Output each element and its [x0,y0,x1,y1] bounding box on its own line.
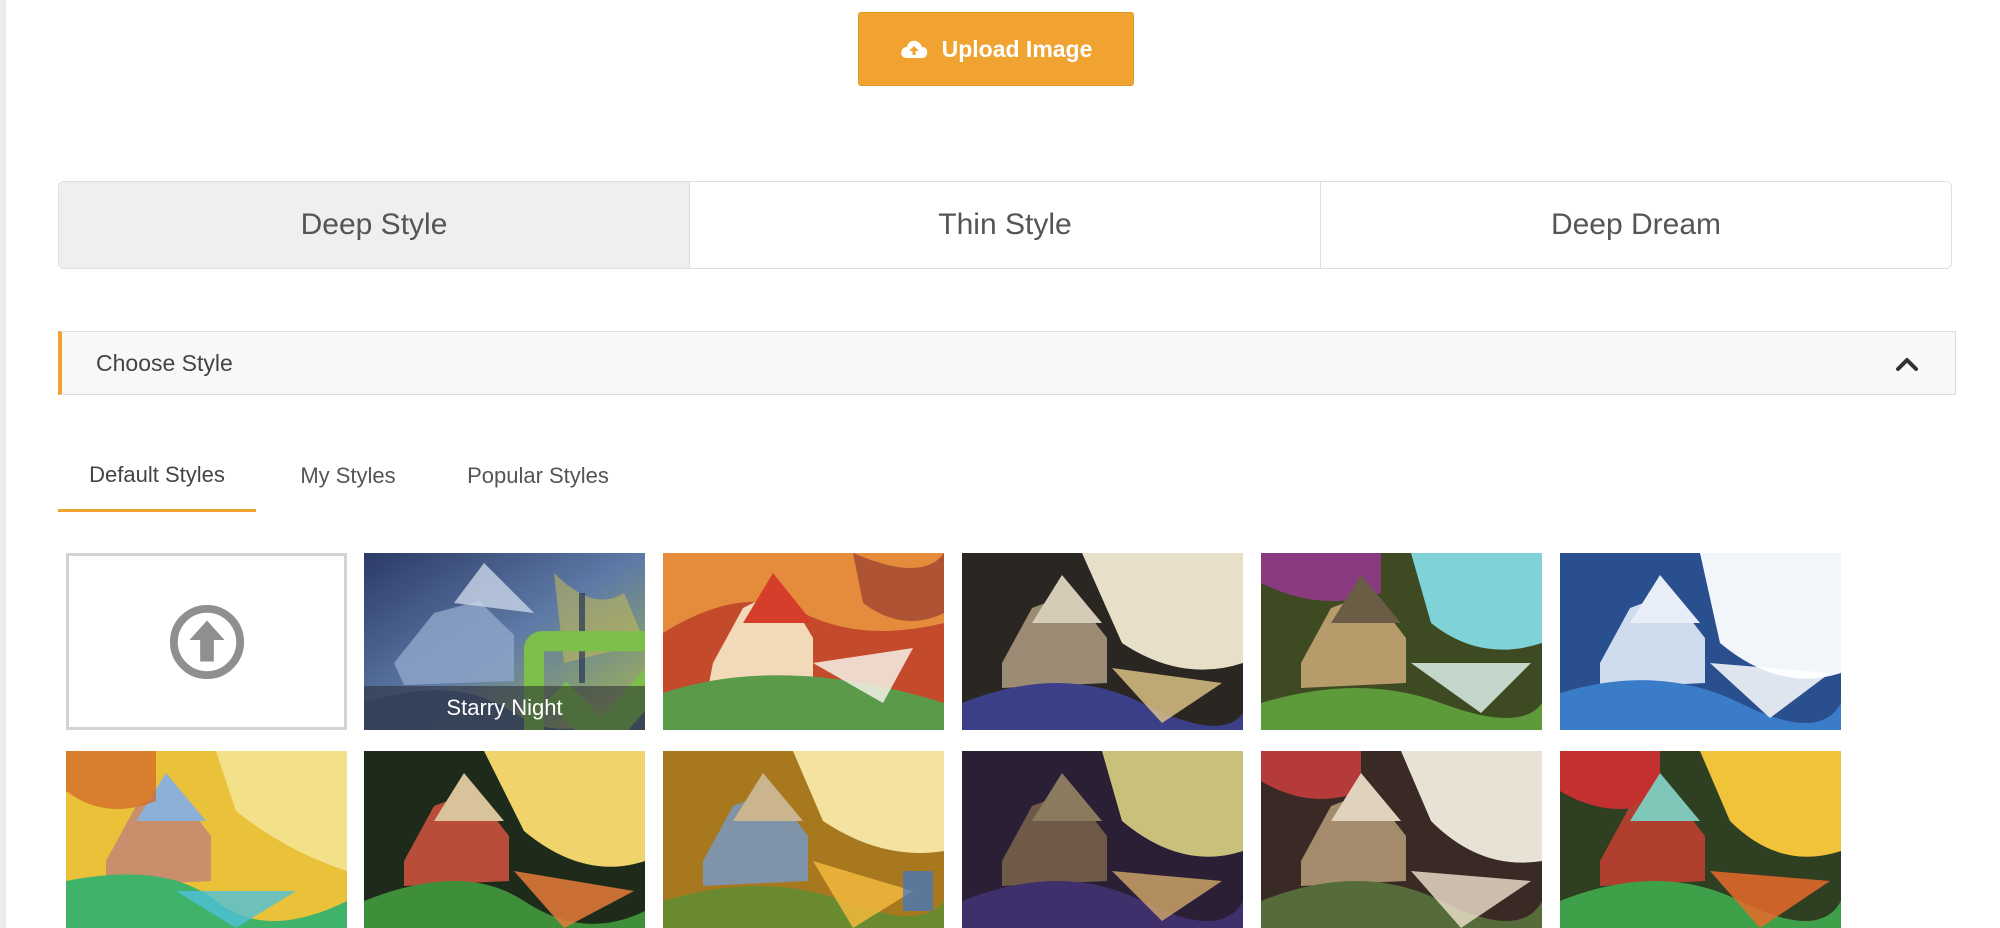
tab-default-styles[interactable]: Default Styles [58,440,256,512]
chevron-up-icon[interactable] [1895,354,1919,372]
style-thumbnail[interactable] [962,751,1243,928]
style-thumbnail-starry-night[interactable]: Starry Night [364,553,645,730]
style-image [1560,553,1841,730]
tab-popular-styles[interactable]: Popular Styles [440,440,636,512]
upload-style-tile[interactable] [66,553,347,730]
style-image [1560,751,1841,928]
tab-deep-style[interactable]: Deep Style [59,182,690,268]
choose-style-accordion[interactable]: Choose Style [58,331,1956,395]
style-image [364,751,645,928]
style-thumbnail[interactable] [663,553,944,730]
left-border [0,0,6,928]
upload-arrow-icon [169,604,244,679]
style-image [1261,553,1542,730]
mode-tabs: Deep Style Thin Style Deep Dream [58,181,1952,269]
style-thumbnail[interactable] [1261,553,1542,730]
style-image [663,751,944,928]
selected-style-label: Starry Night [364,686,645,730]
tab-thin-style[interactable]: Thin Style [690,182,1321,268]
style-thumbnail[interactable] [1560,751,1841,928]
tab-my-styles[interactable]: My Styles [256,440,440,512]
style-image [66,751,347,928]
style-thumbnail[interactable] [364,751,645,928]
style-image [663,553,944,730]
tab-deep-dream[interactable]: Deep Dream [1321,182,1951,268]
style-tabs: Default Styles My Styles Popular Styles [58,440,636,512]
style-thumbnail[interactable] [663,751,944,928]
style-thumbnail[interactable] [66,751,347,928]
style-image [962,751,1243,928]
style-thumbnail[interactable] [962,553,1243,730]
upload-image-button[interactable]: Upload Image [858,12,1134,86]
style-thumbnail[interactable] [1560,553,1841,730]
style-image [1261,751,1542,928]
style-thumbnail[interactable] [1261,751,1542,928]
upload-image-label: Upload Image [941,35,1093,62]
choose-style-title: Choose Style [96,349,233,376]
cloud-upload-icon [900,40,927,58]
style-image [962,553,1243,730]
